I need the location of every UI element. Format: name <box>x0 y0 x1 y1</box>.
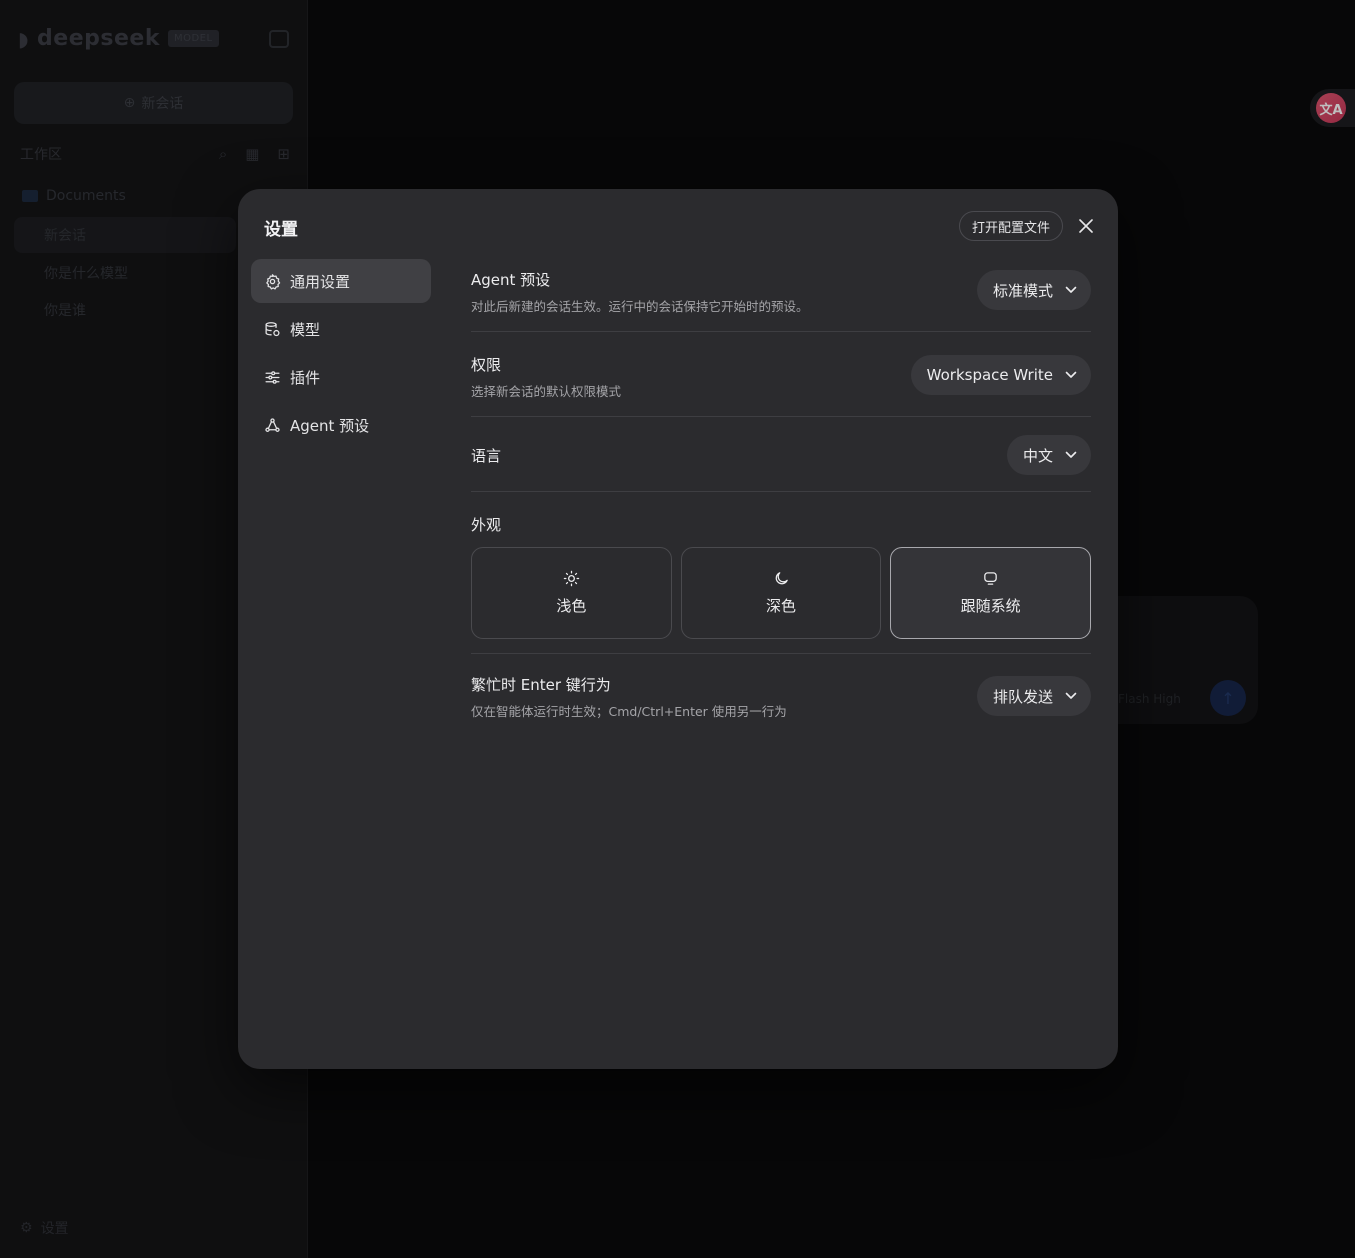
sun-icon <box>563 570 580 587</box>
select-value: 中文 <box>1022 446 1053 465</box>
setting-permission: 权限 选择新会话的默认权限模式 Workspace Write <box>471 332 1091 417</box>
busy-enter-select[interactable]: 排队发送 <box>976 676 1091 716</box>
select-value: Workspace Write <box>926 366 1053 384</box>
nav-label: 模型 <box>290 320 321 339</box>
agent-preset-select[interactable]: 标准模式 <box>976 270 1091 310</box>
sliders-icon <box>265 370 280 384</box>
option-label: 深色 <box>766 597 797 615</box>
agent-icon <box>265 417 280 432</box>
appearance-options: 浅色 深色 跟随系统 <box>471 547 1092 639</box>
select-value: 排队发送 <box>992 687 1053 706</box>
nav-label: 通用设置 <box>290 272 351 291</box>
modal-title: 设置 <box>264 220 298 240</box>
gear-icon <box>266 273 281 290</box>
nav-item-plugins[interactable]: 插件 <box>251 355 431 399</box>
open-config-button[interactable]: 打开配置文件 <box>959 211 1064 241</box>
chevron-down-icon <box>1065 371 1077 378</box>
setting-busy-enter: 繁忙时 Enter 键行为 仅在智能体运行时生效；Cmd/Ctrl+Enter … <box>471 654 1091 734</box>
appearance-system-option[interactable]: 跟随系统 <box>890 547 1092 639</box>
chevron-down-icon <box>1065 286 1077 293</box>
database-icon <box>265 321 280 336</box>
nav-item-general[interactable]: 通用设置 <box>251 259 431 303</box>
option-label: 浅色 <box>556 597 587 615</box>
settings-nav: 通用设置 模型 插件 Agent 预设 <box>251 259 431 451</box>
nav-label: Agent 预设 <box>290 416 370 435</box>
close-icon[interactable] <box>1076 216 1096 236</box>
moon-icon <box>775 572 788 585</box>
monitor-icon <box>984 572 997 585</box>
nav-label: 插件 <box>290 368 321 387</box>
setting-agent-preset: Agent 预设 对此后新建的会话生效。运行中的会话保持它开始时的预设。 标准模… <box>471 259 1091 332</box>
chevron-down-icon <box>1065 692 1077 699</box>
chevron-down-icon <box>1065 451 1077 458</box>
option-label: 跟随系统 <box>960 597 1021 615</box>
permission-select[interactable]: Workspace Write <box>910 355 1091 395</box>
select-value: 标准模式 <box>992 281 1053 300</box>
nav-item-model[interactable]: 模型 <box>251 307 431 351</box>
setting-appearance: 外观 浅色 深色 跟随系统 <box>471 492 1092 654</box>
nav-item-agent-preset[interactable]: Agent 预设 <box>251 403 431 447</box>
setting-language: 语言 中文 <box>471 417 1091 492</box>
setting-title: 语言 <box>471 447 502 465</box>
setting-title: 外观 <box>471 516 502 534</box>
appearance-light-option[interactable]: 浅色 <box>471 547 672 639</box>
settings-content: Agent 预设 对此后新建的会话生效。运行中的会话保持它开始时的预设。 标准模… <box>471 259 1092 734</box>
settings-modal: 设置 打开配置文件 通用设置 模型 插件 Agent 预设 Agent 预设 对… <box>238 189 1118 1069</box>
appearance-dark-option[interactable]: 深色 <box>680 547 882 639</box>
language-select[interactable]: 中文 <box>1006 435 1091 475</box>
